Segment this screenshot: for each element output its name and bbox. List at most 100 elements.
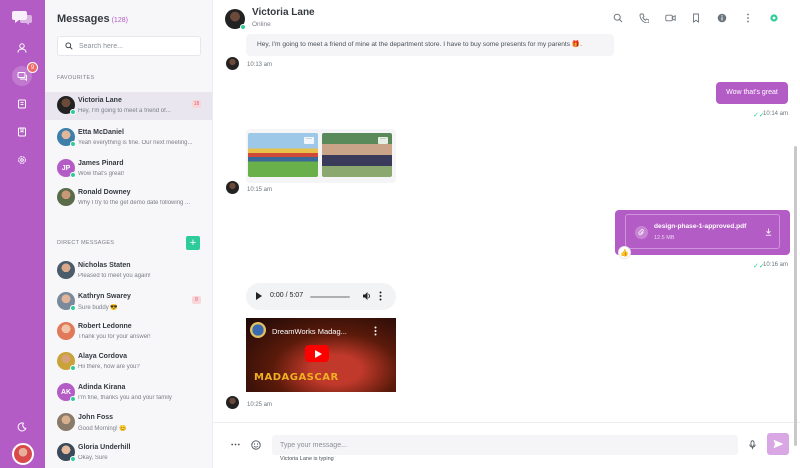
more-vertical-icon[interactable] <box>379 291 382 303</box>
conversation-item-alaya-cordova[interactable]: Alaya Cordova Hii there, how are you? <box>45 348 212 376</box>
message-preview: Good Morning! 😊 <box>78 426 127 432</box>
online-indicator <box>240 24 246 30</box>
conversation-item-nicholas-staten[interactable]: Nicholas Staten Pleased to meet you agai… <box>45 257 212 285</box>
more-vertical-icon[interactable] <box>741 11 755 25</box>
contact-name: Etta McDaniel <box>78 129 124 136</box>
settings-icon[interactable] <box>767 11 781 25</box>
avatar <box>57 261 75 279</box>
avatar <box>57 413 75 431</box>
logo-icon[interactable] <box>12 10 32 26</box>
download-icon[interactable] <box>763 227 773 237</box>
conversation-item-victoria-lane[interactable]: Victoria Lane Hey, I'm going to meet a f… <box>45 92 212 120</box>
phone-icon[interactable] <box>637 11 651 25</box>
contact-name: Nicholas Staten <box>78 262 131 269</box>
avatar <box>57 443 76 462</box>
play-icon[interactable] <box>305 345 329 362</box>
messages-count: (128) <box>111 17 128 24</box>
contact-name[interactable]: Victoria Lane <box>252 7 315 18</box>
unread-count: 8 <box>192 296 201 304</box>
reaction-text: 👍 <box>620 249 629 257</box>
bookmark-icon[interactable] <box>12 122 32 142</box>
video-call-icon[interactable] <box>663 11 677 25</box>
conversation-item-ronald-downey[interactable]: Ronald Downey Why I try to the get demo … <box>45 184 212 212</box>
avatar: AK <box>57 383 76 402</box>
send-button[interactable] <box>767 433 789 455</box>
icon-rail: 9 <box>0 0 45 468</box>
online-indicator <box>70 365 76 371</box>
video-title: DreamWorks Madag... <box>272 327 347 336</box>
conversation-list-panel: Messages(128) FAVOURITES Victoria Lane H… <box>45 0 213 468</box>
message-preview: Hey, I'm going to meet a friend of... <box>78 108 171 114</box>
avatar-initials: JP <box>61 164 71 172</box>
sender-avatar <box>226 181 239 194</box>
audio-player: 0:00 / 5:07 <box>246 283 396 310</box>
channel-avatar <box>250 322 266 338</box>
video-overlay-text: MADAGASCAR <box>254 372 339 383</box>
conversation-item-james-pinard[interactable]: JP James Pinard Wow that's great! <box>45 155 212 183</box>
messages-title-text: Messages <box>57 13 110 25</box>
info-icon[interactable] <box>715 11 729 25</box>
bookmark-icon[interactable] <box>689 11 703 25</box>
attachment-icon <box>635 226 648 239</box>
message-text: Wow that's great <box>726 89 778 96</box>
avatar <box>57 96 76 115</box>
message-preview: Thank you for your answer! <box>78 334 151 340</box>
search-input[interactable] <box>79 42 189 50</box>
avatar <box>57 292 76 311</box>
emoji-icon[interactable] <box>251 440 261 452</box>
message-time: 10:13 am <box>247 62 273 68</box>
attached-photo[interactable]: ··· <box>322 133 392 177</box>
online-indicator <box>70 109 76 115</box>
attached-photo[interactable]: ··· <box>248 133 318 177</box>
online-indicator <box>70 305 76 311</box>
audio-progress[interactable] <box>310 296 350 298</box>
play-icon[interactable] <box>256 292 262 300</box>
scrollbar-thumb[interactable] <box>794 146 797 446</box>
avatar <box>57 352 76 371</box>
more-options-icon[interactable]: ··· <box>304 136 314 144</box>
add-direct-message-button[interactable]: + <box>186 236 200 250</box>
contacts-icon[interactable] <box>12 94 32 114</box>
user-avatar[interactable] <box>12 443 34 465</box>
video-embed[interactable]: DreamWorks Madag... MADAGASCAR <box>246 318 396 392</box>
more-vertical-icon[interactable] <box>374 326 377 338</box>
search-box <box>57 36 201 56</box>
search-icon[interactable] <box>611 11 625 25</box>
conversation-item-adinda-kirana[interactable]: AK Adinda Kirana I'm fine, thanks you an… <box>45 379 212 407</box>
outgoing-message: Wow that's great <box>716 82 788 104</box>
conversation-item-etta-mcdaniel[interactable]: Etta McDaniel Yeah everything is fine. O… <box>45 124 212 152</box>
conversation-item-kathryn-swarey[interactable]: Kathryn Swarey Sure buddy 😎 8 <box>45 288 212 316</box>
reaction-emoji[interactable]: 👍 <box>618 246 631 259</box>
contact-name: John Foss <box>78 414 114 421</box>
online-indicator <box>70 456 76 462</box>
favourites-label: FAVOURITES <box>57 75 95 81</box>
theme-icon[interactable] <box>12 417 32 437</box>
contact-name: Victoria Lane <box>78 97 122 104</box>
conversation-item-gloria-underhill[interactable]: Gloria Underhill Okay, Sure <box>45 439 212 467</box>
online-indicator <box>70 141 76 147</box>
file-card: design-phase-1-approved.pdf 12.5 MB <box>625 214 780 249</box>
sender-avatar <box>226 396 239 409</box>
microphone-icon[interactable] <box>749 440 756 452</box>
message-time: 10:16 am <box>763 262 789 268</box>
file-name[interactable]: design-phase-1-approved.pdf <box>654 223 746 230</box>
message-time: 10:14 am <box>763 111 789 117</box>
settings-icon[interactable] <box>12 150 32 170</box>
volume-icon[interactable] <box>362 291 371 303</box>
more-horizontal-icon[interactable] <box>231 439 240 448</box>
message-preview: Wow that's great! <box>78 171 125 177</box>
chat-header: Victoria Lane Online <box>213 0 800 36</box>
contact-name: Robert Ledonne <box>78 323 132 330</box>
chat-scrollbar[interactable] <box>793 36 798 446</box>
contact-name: Kathryn Swarey <box>78 293 131 300</box>
contact-name: Alaya Cordova <box>78 353 128 360</box>
more-options-icon[interactable]: ··· <box>378 136 388 144</box>
profile-icon[interactable] <box>12 38 32 58</box>
contact-name: James Pinard <box>78 160 124 167</box>
message-input[interactable] <box>272 435 738 455</box>
avatar <box>57 188 75 206</box>
avatar-initials: AK <box>60 388 72 396</box>
conversation-item-john-foss[interactable]: John Foss Good Morning! 😊 <box>45 409 212 437</box>
contact-avatar[interactable] <box>225 9 246 30</box>
conversation-item-robert-ledonne[interactable]: Robert Ledonne Thank you for your answer… <box>45 318 212 346</box>
